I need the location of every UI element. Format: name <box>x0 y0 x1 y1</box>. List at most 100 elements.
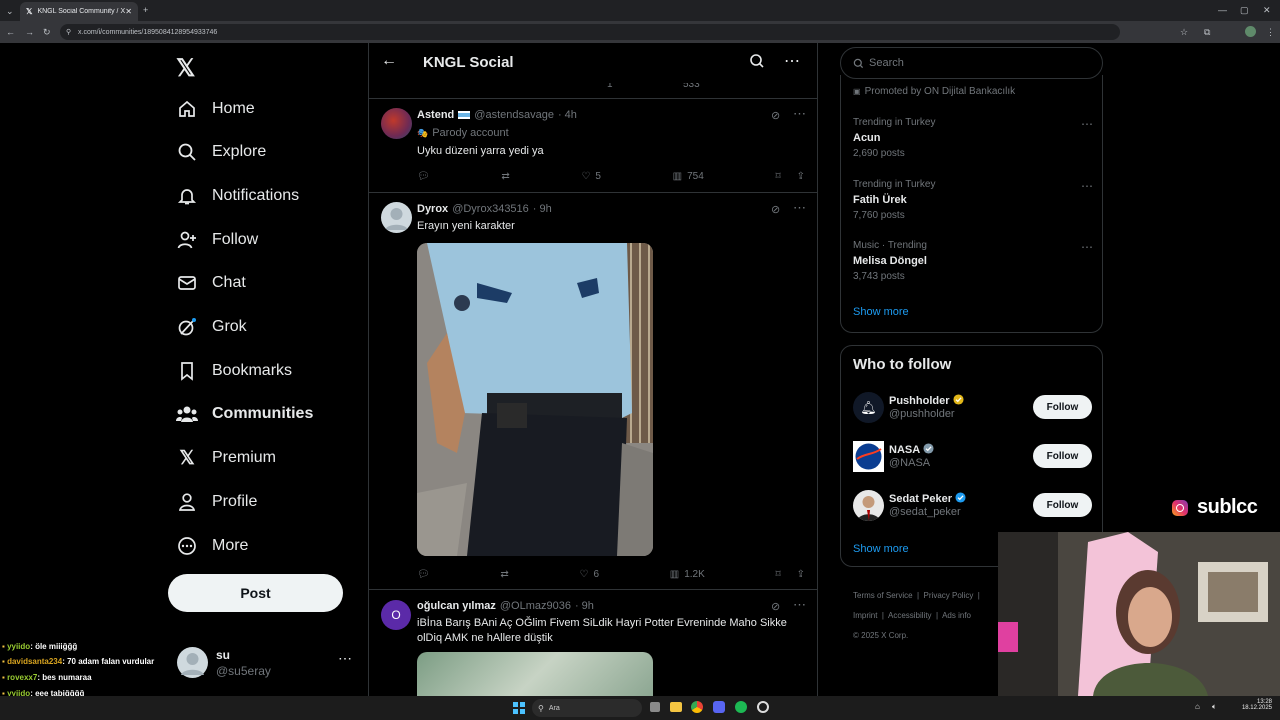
nav-item-explore[interactable]: Explore <box>176 139 266 165</box>
maximize-icon[interactable]: ▢ <box>1240 5 1249 15</box>
forward-icon[interactable]: → <box>25 27 34 37</box>
back-icon[interactable]: ← <box>6 27 15 37</box>
tweet[interactable]: Astend @astendsavage · 4h 🎭 Parody accou… <box>369 99 817 193</box>
avatar[interactable] <box>381 202 412 233</box>
tweet-time[interactable]: · 9h <box>575 600 594 612</box>
show-more-link[interactable]: Show more <box>853 306 909 318</box>
browser-tab[interactable]: 𝕏 KNGL Social Community / X ✕ <box>20 2 138 21</box>
tweet-image[interactable] <box>417 652 653 696</box>
nav-item-bookmarks[interactable]: Bookmarks <box>176 358 292 384</box>
grok-icon[interactable]: ⊘ <box>771 600 780 613</box>
share-icon[interactable]: ⇪ <box>797 569 805 580</box>
more-dots-icon[interactable]: ⋯ <box>793 597 806 613</box>
close-window-icon[interactable]: ✕ <box>1263 5 1271 15</box>
search-input[interactable]: Search <box>869 57 904 69</box>
repost-icon[interactable]: ⇄ <box>500 569 508 580</box>
site-info-icon[interactable]: ⚲ <box>66 28 71 36</box>
extensions-icon[interactable]: ⧉ <box>1204 27 1210 37</box>
clock-date[interactable]: 18.12.2025 <box>1240 705 1272 711</box>
trend-item[interactable]: Trending in Turkey Fatih Ürek 7,760 post… <box>853 179 1093 221</box>
trend-item[interactable]: Trending in Turkey Acun 2,690 posts ⋯ <box>853 117 1093 159</box>
tab-search-icon[interactable]: ⌄ <box>6 6 14 16</box>
task-view-icon[interactable] <box>650 702 660 712</box>
views-button[interactable]: ▥ 1.2K <box>670 569 705 580</box>
more-dots-icon[interactable]: ⋯ <box>1081 240 1093 254</box>
taskbar-search[interactable]: ⚲ Ara <box>532 699 642 717</box>
repost-icon[interactable]: ⇄ <box>501 171 509 182</box>
imprint-link[interactable]: Imprint <box>853 611 877 620</box>
grok-icon[interactable]: ⊘ <box>771 109 780 122</box>
like-button[interactable]: ♡ 5 <box>581 171 601 182</box>
network-icon[interactable]: ⌂ <box>1195 702 1200 711</box>
avatar[interactable] <box>381 108 412 139</box>
more-dots-icon[interactable]: ⋯ <box>1081 117 1093 131</box>
tweet-author-handle[interactable]: @Dyrox343516 <box>452 203 529 215</box>
spotify-icon[interactable] <box>735 701 747 713</box>
more-dots-icon[interactable]: ⋯ <box>1081 179 1093 193</box>
terms-link[interactable]: Terms of Service <box>853 591 913 600</box>
reload-icon[interactable]: ↻ <box>43 27 51 37</box>
tweet-author-name[interactable]: Dyrox <box>417 203 448 215</box>
nav-item-grok[interactable]: Grok <box>176 314 247 340</box>
like-button[interactable]: ♡ 6 <box>580 569 600 580</box>
follow-button[interactable]: Follow <box>1033 395 1092 419</box>
tweet-author-handle[interactable]: @OLmaz9036 <box>500 600 571 612</box>
nav-item-notifications[interactable]: Notifications <box>176 183 299 209</box>
more-dots-icon[interactable]: ⋯ <box>784 51 800 71</box>
nav-item-chat[interactable]: Chat <box>176 270 246 296</box>
nav-item-premium[interactable]: 𝕏 Premium <box>176 445 276 471</box>
new-tab-icon[interactable]: + <box>143 5 148 15</box>
post-button[interactable]: Post <box>168 574 343 612</box>
minimize-icon[interactable]: — <box>1218 5 1227 15</box>
account-switcher[interactable]: su @su5eray ⋯ <box>168 640 358 686</box>
follow-button[interactable]: Follow <box>1033 493 1092 517</box>
avatar[interactable]: O <box>381 600 411 630</box>
x-logo-icon[interactable]: 𝕏 <box>176 54 195 83</box>
profile-avatar[interactable] <box>1245 26 1256 37</box>
follow-button[interactable]: Follow <box>1033 444 1092 468</box>
promoted-label[interactable]: Promoted by ON Dijital Bankacılık <box>865 86 1016 97</box>
follow-suggestion[interactable]: NASA @NASA Follow <box>853 440 1093 474</box>
nav-item-follow[interactable]: Follow <box>176 227 258 253</box>
tweet-author-handle[interactable]: @astendsavage <box>474 109 554 121</box>
address-bar[interactable]: ⚲ x.com/i/communities/189508412895493374… <box>60 24 1120 40</box>
tweet-time[interactable]: · 9h <box>533 203 552 215</box>
tweet-author-name[interactable]: Astend <box>417 109 454 121</box>
back-arrow-icon[interactable]: ← <box>381 52 397 70</box>
share-icon[interactable]: ⇪ <box>797 171 805 182</box>
bookmark-icon[interactable]: ⌑ <box>775 171 780 182</box>
start-icon[interactable] <box>513 702 525 714</box>
more-dots-icon[interactable]: ⋯ <box>793 200 806 216</box>
ads-info-link[interactable]: Ads info <box>942 611 971 620</box>
tweet-image[interactable] <box>417 243 653 556</box>
grok-icon[interactable]: ⊘ <box>771 203 780 216</box>
views-button[interactable]: ▥ 754 <box>673 171 704 182</box>
file-explorer-icon[interactable] <box>670 702 682 712</box>
close-tab-icon[interactable]: ✕ <box>125 7 132 16</box>
tweet[interactable]: Dyrox @Dyrox343516 · 9h Erayın yeni kara… <box>369 193 817 590</box>
trend-item[interactable]: Music · Trending Melisa Döngel 3,743 pos… <box>853 240 1093 282</box>
search-icon[interactable] <box>749 53 765 74</box>
bookmark-star-icon[interactable]: ☆ <box>1180 27 1188 37</box>
privacy-link[interactable]: Privacy Policy <box>924 591 974 600</box>
follow-suggestion[interactable]: Sedat Peker @sedat_peker Follow <box>853 489 1093 523</box>
reply-icon[interactable]: 💬︎ <box>417 569 430 580</box>
tweet-author-name[interactable]: oğulcan yılmaz <box>417 600 496 612</box>
more-dots-icon[interactable]: ⋯ <box>338 650 352 667</box>
tweet[interactable]: O oğulcan yılmaz @OLmaz9036 · 9h iBİna B… <box>369 590 817 696</box>
nav-item-more[interactable]: More <box>176 533 248 559</box>
follow-suggestion[interactable]: 🔔︎ Pushholder @pushholder Follow <box>853 391 1093 425</box>
app-icon[interactable] <box>757 701 769 713</box>
tweet-time[interactable]: · 4h <box>558 109 577 121</box>
nav-item-profile[interactable]: Profile <box>176 489 257 515</box>
more-dots-icon[interactable]: ⋯ <box>793 106 806 122</box>
browser-menu-icon[interactable]: ⋮ <box>1266 27 1275 37</box>
accessibility-link[interactable]: Accessibility <box>888 611 932 620</box>
discord-icon[interactable] <box>713 701 725 713</box>
bookmark-icon[interactable]: ⌑ <box>775 569 780 580</box>
reply-icon[interactable]: 💬︎ <box>417 171 430 182</box>
nav-item-home[interactable]: Home <box>176 96 255 122</box>
volume-icon[interactable]: 🔈︎ <box>1212 702 1217 712</box>
chrome-icon[interactable] <box>691 701 703 713</box>
show-more-link[interactable]: Show more <box>853 543 909 555</box>
